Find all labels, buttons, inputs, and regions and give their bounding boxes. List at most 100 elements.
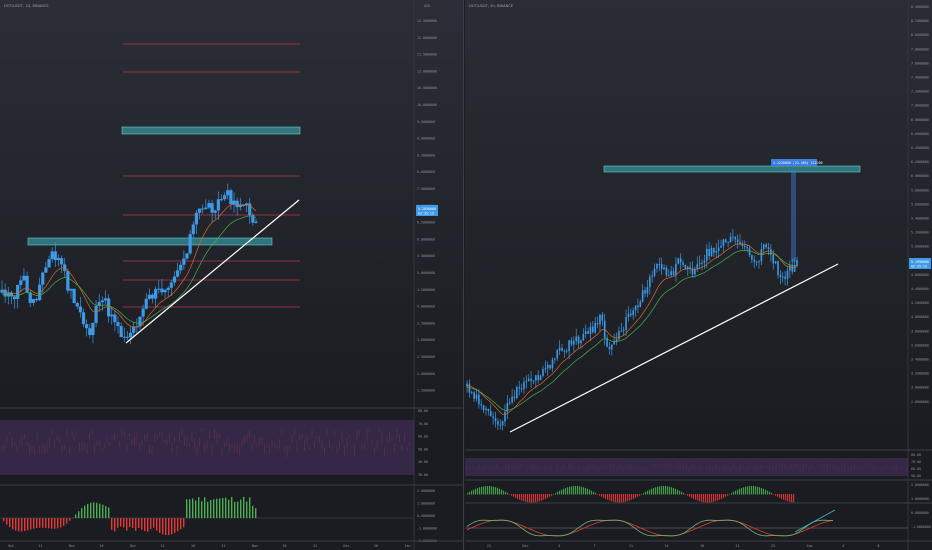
macd-bar	[735, 490, 737, 495]
time-axis-label: 18	[700, 544, 704, 548]
time-axis-label: 16	[283, 544, 287, 548]
price-scale-label: 8.0000000	[911, 33, 929, 37]
candle-body	[525, 380, 528, 383]
macd-scale-label: 0.0000000	[417, 514, 435, 518]
time-axis-label: 11	[161, 544, 165, 548]
candle-body	[637, 305, 639, 308]
macd-bar	[661, 486, 663, 495]
candle-body	[589, 326, 592, 334]
macd-bar	[36, 518, 38, 529]
price-scale-label: 4.0000000	[911, 315, 929, 319]
candle-body	[791, 265, 794, 272]
candle-body	[72, 288, 76, 304]
macd-bar	[192, 498, 194, 518]
candle-body	[641, 290, 644, 302]
price-scale-label: 11.0000000	[417, 69, 437, 73]
macd-bar	[679, 490, 681, 495]
right-chart-pane[interactable]: DOT/USDT, 4h, BINANCE 1.1220000 (21.46%)…	[465, 0, 932, 550]
macd-bar	[575, 486, 577, 495]
price-scale-label: 10.0000000	[417, 103, 437, 107]
macd-bar	[39, 518, 41, 528]
candle-body	[12, 296, 17, 300]
macd-bar	[537, 494, 539, 502]
macd-bar	[543, 494, 545, 500]
macd-bar	[639, 494, 641, 496]
macd-bar	[683, 492, 685, 495]
macd-bar	[747, 486, 749, 495]
macd-bar	[581, 486, 583, 495]
candle-body	[235, 200, 239, 208]
macd-bar	[765, 489, 767, 495]
macd-bar	[33, 518, 35, 529]
candle-body	[793, 265, 796, 272]
candle-body	[59, 258, 64, 265]
macd-bar	[30, 518, 32, 530]
macd-bar	[641, 493, 643, 495]
candle-body	[544, 368, 547, 370]
macd-bar	[255, 508, 257, 518]
support-zone[interactable]	[27, 237, 273, 246]
macd-bar	[579, 486, 581, 495]
candle-body	[499, 424, 502, 426]
candle-body	[549, 364, 551, 369]
candle-body	[684, 264, 687, 269]
macd-bar	[573, 486, 575, 495]
macd-bar	[733, 491, 735, 495]
candle-body	[473, 392, 475, 399]
macd-bar	[141, 518, 143, 530]
macd-bar	[491, 486, 493, 495]
right-chart-canvas[interactable]: DOT/USDT, 4h, BINANCE 1.1220000 (21.46%)…	[465, 0, 932, 550]
macd-bar	[731, 492, 733, 495]
macd-bar	[51, 518, 53, 529]
macd-bar	[165, 518, 167, 536]
candle-body	[147, 294, 151, 299]
candle-body	[772, 254, 775, 264]
time-axis-label: 26	[374, 544, 378, 548]
macd-scale-label: -1.0000000	[911, 525, 931, 529]
left-chart-canvas[interactable]: DOT/USDT, 1D, BINANCE USD 12.500000012.0…	[0, 0, 463, 550]
candle-body	[25, 275, 29, 293]
macd-bar	[475, 488, 477, 495]
macd-bar	[701, 494, 703, 502]
macd-bar	[487, 486, 489, 495]
measure-range-box[interactable]	[791, 170, 796, 262]
price-scale-label: 8.4000000	[911, 5, 929, 9]
macd-bar	[525, 494, 527, 502]
candle-body	[789, 265, 791, 271]
candle-body	[667, 275, 670, 277]
macd-bar	[669, 486, 671, 495]
candle-body	[157, 288, 161, 290]
macd-bar	[551, 494, 553, 496]
macd-bar	[793, 494, 795, 503]
time-axis-label: 7	[594, 544, 596, 548]
left-chart-pane[interactable]: DOT/USDT, 1D, BINANCE USD 12.5000000 12.…	[0, 0, 464, 550]
price-scale-label: 6.8000000	[911, 118, 929, 122]
candle-body	[755, 261, 758, 263]
macd-bar	[162, 518, 164, 535]
macd-bar	[763, 488, 765, 495]
right-resistance-zone[interactable]	[603, 165, 861, 173]
macd-bar	[771, 492, 773, 495]
time-axis-label: 14	[665, 544, 669, 548]
candle-body	[584, 331, 587, 334]
candle-body	[119, 326, 123, 337]
resistance-zone[interactable]	[121, 126, 301, 135]
candle-body	[226, 190, 230, 196]
candle-body	[475, 394, 478, 399]
macd-bar	[675, 488, 677, 495]
macd-scale-label: 2.0000000	[911, 483, 929, 487]
candle-body	[516, 387, 518, 399]
macd-bar	[147, 518, 149, 532]
macd-bar	[87, 503, 89, 518]
candle-body	[520, 388, 523, 390]
macd-bar	[635, 494, 637, 498]
macd-bar	[749, 486, 751, 495]
macd-bar	[611, 494, 613, 502]
candle-body	[66, 271, 70, 291]
macd-bar	[605, 494, 607, 499]
candle-body	[599, 314, 601, 325]
candle-body	[238, 204, 242, 208]
price-scale-label: 12.5000000	[417, 19, 437, 23]
macd-bar	[757, 486, 759, 495]
macd-bar	[21, 518, 23, 532]
